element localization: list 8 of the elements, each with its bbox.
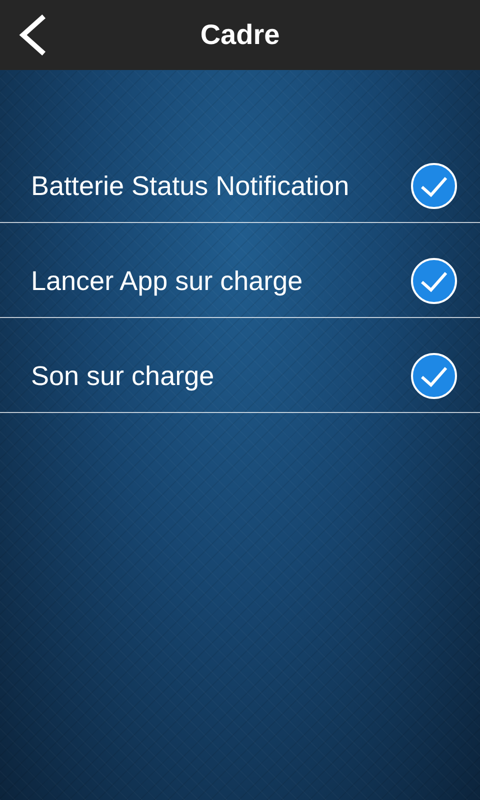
setting-label: Lancer App sur charge [31, 266, 303, 296]
checkbox[interactable] [410, 162, 458, 210]
back-icon[interactable] [18, 14, 46, 56]
setting-label: Son sur charge [31, 360, 214, 392]
checkbox[interactable] [410, 257, 458, 305]
setting-label: Batterie Status Notification [31, 170, 350, 202]
checkbox[interactable] [410, 352, 458, 400]
screen-title: Cadre [200, 19, 280, 51]
